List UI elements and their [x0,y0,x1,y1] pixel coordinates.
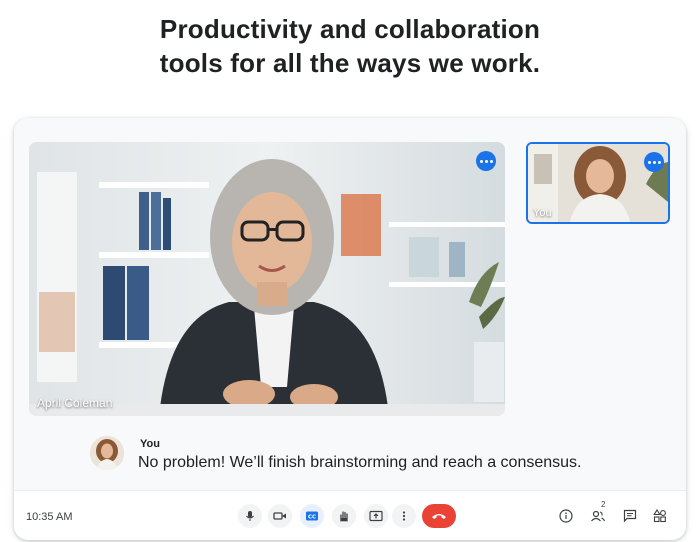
self-tile-label: You [533,207,552,219]
caption-text: No problem! We’ll finish brainstorming a… [138,454,582,471]
camera-icon [273,512,286,520]
present-screen-icon [369,510,383,522]
self-video-tile[interactable]: You [526,142,670,224]
headline-line-1: Productivity and collaboration [159,14,541,44]
meeting-toolbar: 10:35 AM CC 2 [14,490,686,540]
participant-name-label: April Coleman [37,396,113,410]
svg-text:CC: CC [308,514,316,520]
captions-button[interactable]: CC [300,504,324,528]
end-call-button[interactable] [422,504,456,528]
activities-button[interactable] [648,504,672,528]
raise-hand-icon [340,511,348,522]
page-headline: Productivity and collaboration tools for… [0,12,700,80]
more-vert-icon [402,511,406,521]
camera-button[interactable] [268,504,292,528]
headline-line-2: tools for all the ways we work. [159,48,541,78]
people-count-badge: 2 [601,500,606,509]
present-button[interactable] [364,504,388,528]
end-call-icon [432,514,446,519]
activities-icon [653,509,666,523]
chat-icon [623,509,637,523]
mic-button[interactable] [238,504,262,528]
avatar-image [90,436,124,470]
raise-hand-button[interactable] [332,504,356,528]
self-tile-more-button[interactable] [644,152,664,172]
caption-speaker-name: You [140,438,160,450]
people-icon [591,510,606,522]
mic-icon [246,511,254,521]
main-video-tile[interactable]: April Coleman [29,142,505,416]
info-icon [559,509,573,523]
meeting-window: April Coleman You You No problem! We’ll … [14,118,686,540]
meeting-time: 10:35 AM [26,511,73,523]
closed-captions-icon: CC [306,511,318,521]
more-options-button[interactable] [392,504,416,528]
meeting-info-button[interactable] [554,504,578,528]
people-button[interactable]: 2 [586,500,610,528]
main-tile-more-button[interactable] [476,151,496,171]
chat-button[interactable] [618,504,642,528]
participant-video-image [29,142,505,416]
caption-speaker-avatar [90,436,124,470]
